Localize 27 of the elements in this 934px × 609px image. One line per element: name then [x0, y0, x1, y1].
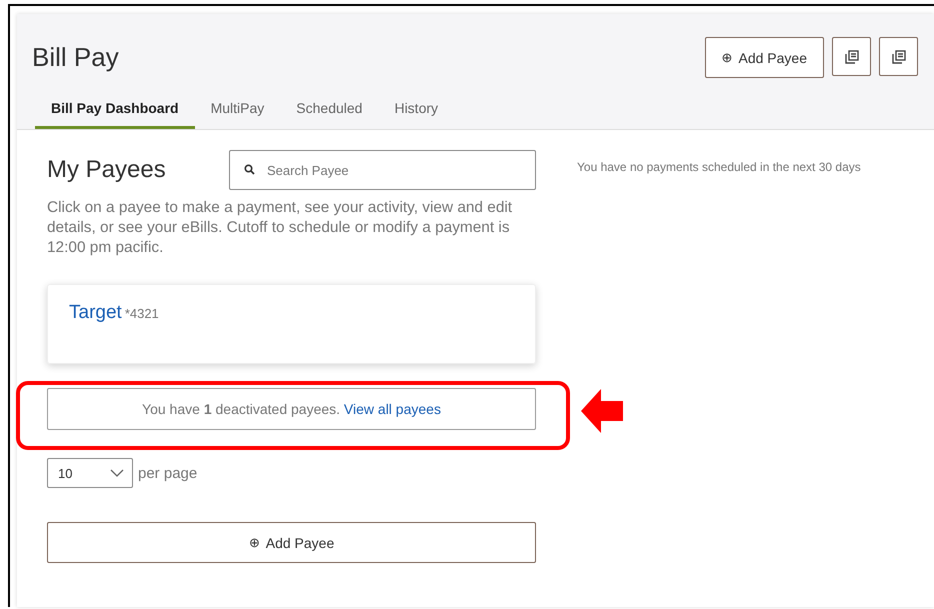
export-button[interactable] — [832, 37, 871, 76]
add-payee-button[interactable]: ⊕ Add Payee — [704, 37, 824, 78]
tab[interactable]: Bill Pay Dashboard — [35, 92, 195, 129]
add-icon: ⊕ — [722, 50, 732, 65]
add-icon: ⊕ — [248, 535, 260, 550]
description-text: Click on a payee to make a payment, see your activity, view and edit details, or see your eBills. Cutoff to schedule or modify a payment is 12:00 pm pacific. — [47, 198, 514, 258]
payee-card[interactable]: Target*4321 — [47, 284, 536, 364]
add-payee-button[interactable]: ⊕ Add Payee — [47, 522, 536, 563]
no-payments-message: You have no payments scheduled in the next 30 days — [577, 160, 861, 174]
account-number: *4321 — [124, 306, 159, 321]
document-icon — [844, 50, 858, 64]
tab[interactable]: MultiPay — [194, 92, 280, 129]
chevron-icon — [110, 469, 124, 477]
search-icon — [244, 164, 255, 175]
per-page-label: per page — [138, 464, 198, 482]
view-all-payees-link[interactable]: View all payees — [344, 401, 441, 417]
tab[interactable]: Scheduled — [280, 92, 378, 129]
tab[interactable]: History — [378, 92, 454, 129]
per-page-select[interactable]: 10 — [47, 458, 133, 488]
page-title: Bill Pay — [32, 42, 119, 73]
search-field[interactable]: Search Payee — [229, 150, 536, 190]
payee-name[interactable]: Target — [69, 302, 122, 324]
report-button[interactable] — [879, 37, 918, 76]
section-title: My Payees — [47, 156, 166, 184]
notice-text: You have 1 deactivated payees. — [142, 401, 340, 417]
arrow-icon — [581, 389, 623, 433]
document-icon — [892, 50, 906, 64]
